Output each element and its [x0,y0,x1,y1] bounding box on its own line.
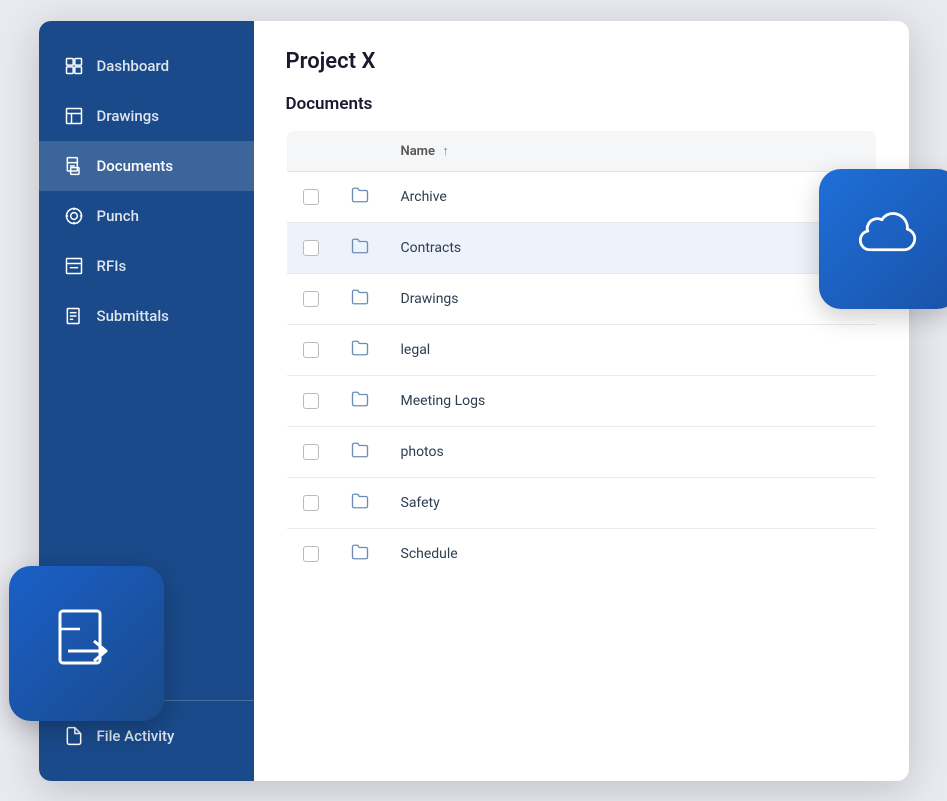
sidebar-item-dashboard[interactable]: Dashboard [39,41,254,91]
folder-icon [351,186,369,204]
folder-name-cell: Contracts [385,222,877,273]
table-row[interactable]: legal [286,324,876,375]
folder-icon [351,390,369,408]
folder-name-cell: Drawings [385,273,877,324]
floating-cloud-icon [819,169,947,309]
sidebar-item-rfis[interactable]: RFIs [39,241,254,291]
table-row[interactable]: Schedule [286,528,876,579]
row-checkbox[interactable] [303,546,319,562]
folder-icon [351,288,369,306]
th-name: Name ↑ [385,130,877,171]
row-checkbox-cell [286,324,335,375]
sort-arrow: ↑ [442,144,449,159]
folder-icon [351,237,369,255]
folder-name-cell: legal [385,324,877,375]
main-content: Project X Documents Name ↑ [254,21,909,781]
sidebar-item-label: Submittals [97,307,169,325]
th-icon [335,130,385,171]
row-checkbox[interactable] [303,291,319,307]
row-checkbox[interactable] [303,189,319,205]
table-row[interactable]: Safety [286,477,876,528]
documents-icon [63,155,85,177]
folder-name-cell: Archive [385,171,877,222]
folder-icon-cell [335,273,385,324]
row-checkbox-cell [286,222,335,273]
folder-icon [351,441,369,459]
folder-name: Schedule [401,546,458,562]
row-checkbox[interactable] [303,240,319,256]
folder-icon-cell [335,171,385,222]
folder-name-cell: photos [385,426,877,477]
page-title: Project X [286,49,877,74]
folder-icon [351,543,369,561]
row-checkbox[interactable] [303,495,319,511]
sidebar-item-label: File Activity [97,727,175,745]
rfis-icon [63,255,85,277]
drawings-icon [63,105,85,127]
row-checkbox-cell [286,528,335,579]
row-checkbox[interactable] [303,444,319,460]
table-row[interactable]: Drawings [286,273,876,324]
dashboard-icon [63,55,85,77]
folder-name: Safety [401,495,440,511]
folder-icon [351,492,369,510]
file-export-svg [46,603,126,683]
section-title: Documents [286,94,877,114]
sidebar-item-label: Dashboard [97,57,170,75]
sidebar-item-label: RFIs [97,257,127,275]
folder-icon-cell [335,222,385,273]
folder-name: Meeting Logs [401,393,486,409]
folder-name-cell: Meeting Logs [385,375,877,426]
folder-name: Drawings [401,291,459,307]
folder-name: Archive [401,189,447,205]
punch-icon [63,205,85,227]
folder-icon [351,339,369,357]
table-row[interactable]: Contracts [286,222,876,273]
folder-name: legal [401,342,431,358]
sidebar-item-drawings[interactable]: Drawings [39,91,254,141]
table-row[interactable]: Archive [286,171,876,222]
table-row[interactable]: Meeting Logs [286,375,876,426]
folder-icon-cell [335,324,385,375]
row-checkbox[interactable] [303,342,319,358]
app-container: Dashboard Drawings Documents Punch [39,21,909,781]
file-activity-icon [63,725,85,747]
folder-icon-cell [335,375,385,426]
floating-file-activity-icon [9,566,164,721]
folder-name-cell: Schedule [385,528,877,579]
folder-icon-cell [335,426,385,477]
row-checkbox-cell [286,477,335,528]
sidebar-item-submittals[interactable]: Submittals [39,291,254,341]
folder-name-cell: Safety [385,477,877,528]
folder-name: photos [401,444,444,460]
table-row[interactable]: photos [286,426,876,477]
folder-name: Contracts [401,240,462,256]
folder-icon-cell [335,477,385,528]
th-checkbox [286,130,335,171]
sidebar-item-documents[interactable]: Documents [39,141,254,191]
row-checkbox-cell [286,375,335,426]
sidebar-item-label: Punch [97,207,139,225]
documents-table: Name ↑ Archive [286,130,877,580]
row-checkbox-cell [286,171,335,222]
row-checkbox[interactable] [303,393,319,409]
folder-icon-cell [335,528,385,579]
sidebar-item-label: Documents [97,157,174,175]
row-checkbox-cell [286,426,335,477]
sidebar-item-punch[interactable]: Punch [39,191,254,241]
sidebar-item-label: Drawings [97,107,159,125]
submittals-icon [63,305,85,327]
cloud-svg [851,201,926,276]
row-checkbox-cell [286,273,335,324]
